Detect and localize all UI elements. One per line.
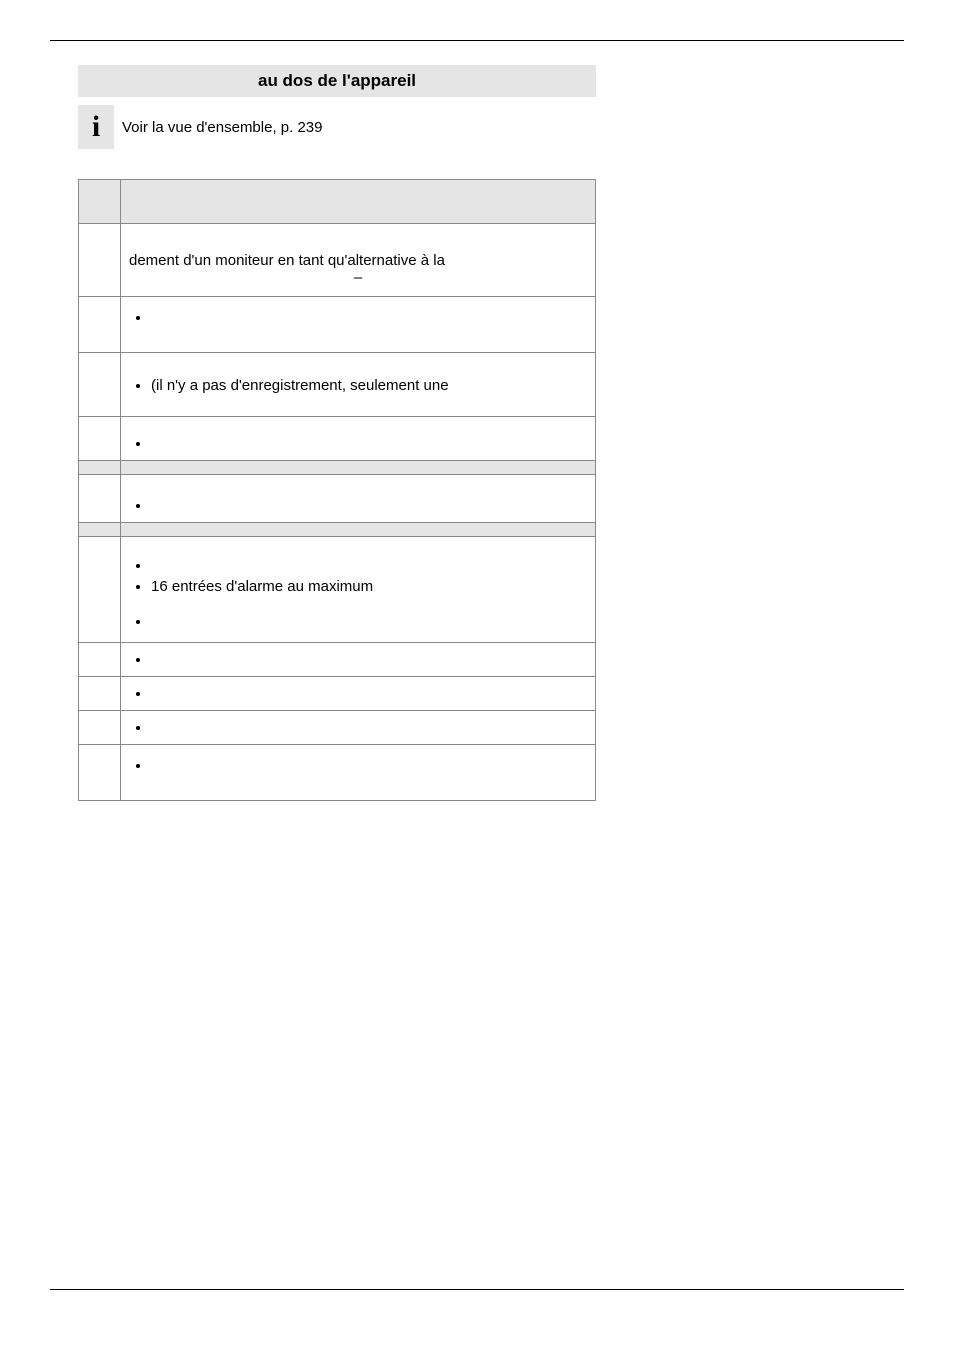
table-row xyxy=(79,711,596,745)
row-num xyxy=(79,297,121,353)
row-desc xyxy=(121,475,596,523)
row1-dash: – xyxy=(129,269,587,286)
top-rule xyxy=(50,40,904,41)
table-row xyxy=(79,643,596,677)
row-desc: 16 entrées d'alarme au maximum xyxy=(121,537,596,643)
row-num xyxy=(79,745,121,801)
list-item xyxy=(151,495,587,516)
row-num xyxy=(79,475,121,523)
table-header-row xyxy=(79,180,596,224)
list-item xyxy=(151,649,587,670)
list-item xyxy=(151,717,587,738)
section-title: au dos de l'appareil xyxy=(258,71,416,90)
list-item: (il n'y a pas d'enregistrement, seulemen… xyxy=(151,375,587,396)
connectors-table: dement d'un moniteur en tant qu'alternat… xyxy=(78,179,596,801)
section-title-bar: au dos de l'appareil xyxy=(78,65,596,97)
info-icon-box: i xyxy=(78,105,114,149)
table-subbar xyxy=(79,523,596,537)
row1-line1: dement d'un moniteur en tant qu'alternat… xyxy=(129,252,587,269)
table-row xyxy=(79,475,596,523)
table-row: 16 entrées d'alarme au maximum xyxy=(79,537,596,643)
header-col-desc xyxy=(121,180,596,224)
row-desc xyxy=(121,643,596,677)
list-item xyxy=(151,555,587,576)
row-num xyxy=(79,417,121,461)
row-num xyxy=(79,353,121,417)
table-row xyxy=(79,677,596,711)
row3-text: (il n'y a pas d'enregistrement, seulemen… xyxy=(151,377,449,394)
row-desc xyxy=(121,297,596,353)
header-col-num xyxy=(79,180,121,224)
table-subbar xyxy=(79,461,596,475)
table-row: dement d'un moniteur en tant qu'alternat… xyxy=(79,224,596,297)
row-desc xyxy=(121,745,596,801)
table-row xyxy=(79,297,596,353)
list-item xyxy=(151,755,587,776)
table-row: (il n'y a pas d'enregistrement, seulemen… xyxy=(79,353,596,417)
row-num xyxy=(79,643,121,677)
row-desc: (il n'y a pas d'enregistrement, seulemen… xyxy=(121,353,596,417)
row-num xyxy=(79,711,121,745)
list-item xyxy=(151,611,587,632)
row-num xyxy=(79,224,121,297)
table-row xyxy=(79,745,596,801)
list-item xyxy=(151,307,587,328)
bottom-rule xyxy=(50,1289,904,1290)
list-item xyxy=(151,683,587,704)
info-icon: i xyxy=(92,112,100,142)
row-num xyxy=(79,537,121,643)
info-row: i Voir la vue d'ensemble, p. 239 xyxy=(78,105,904,149)
row-desc xyxy=(121,677,596,711)
row-desc xyxy=(121,417,596,461)
row-desc xyxy=(121,711,596,745)
list-item: 16 entrées d'alarme au maximum xyxy=(151,576,587,597)
info-text: Voir la vue d'ensemble, p. 239 xyxy=(122,119,323,136)
list-item xyxy=(151,433,587,454)
table-row xyxy=(79,417,596,461)
row-desc: dement d'un moniteur en tant qu'alternat… xyxy=(121,224,596,297)
row-num xyxy=(79,677,121,711)
